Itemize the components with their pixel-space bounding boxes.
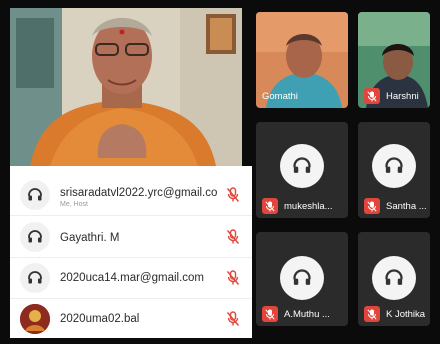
participant-profile-photo: [20, 304, 50, 334]
mic-muted-badge: [262, 198, 278, 214]
participant-name: Harshni: [386, 90, 419, 102]
participant-avatar: [372, 144, 416, 188]
tile-label: Gomathi: [262, 88, 298, 104]
headphones-icon: [385, 269, 403, 285]
participant-avatar: [20, 263, 50, 293]
participant-role: Me, Host: [60, 201, 89, 208]
participant-name: A.Muthu ...: [284, 308, 330, 320]
main-speaker-video[interactable]: [10, 8, 242, 166]
participant-avatar: [280, 256, 324, 300]
mic-muted-icon: [367, 308, 377, 320]
headphones-icon: [293, 157, 311, 173]
participant-tile-k-jothika[interactable]: K Jothika: [358, 232, 430, 326]
mic-muted-badge: [262, 306, 278, 322]
meeting-window: srisaradatvl2022.yrc@gmail.co Me, Host G…: [0, 0, 440, 344]
mic-muted-icon[interactable]: [226, 229, 240, 245]
participant-name: srisaradatvl2022.yrc@gmail.co: [60, 187, 218, 199]
mic-muted-icon: [265, 200, 275, 212]
participant-tile-harshni[interactable]: Harshni: [358, 12, 430, 108]
mic-muted-icon: [367, 200, 377, 212]
mic-muted-icon[interactable]: [226, 187, 240, 203]
tile-label: Harshni: [364, 88, 419, 104]
headphones-icon: [293, 269, 311, 285]
mic-muted-badge: [364, 306, 380, 322]
headphones-icon: [28, 271, 42, 284]
mic-muted-badge: [364, 198, 380, 214]
participant-avatar: [20, 222, 50, 252]
participant-list: srisaradatvl2022.yrc@gmail.co Me, Host G…: [10, 166, 252, 338]
profile-photo-icon: [20, 304, 50, 334]
list-item[interactable]: 2020uma02.bal: [10, 298, 252, 340]
participant-avatar: [372, 256, 416, 300]
tile-label: Santha ...: [364, 198, 427, 214]
mic-muted-icon[interactable]: [226, 270, 240, 286]
list-item[interactable]: Gayathri. M: [10, 216, 252, 258]
tile-label: mukeshla...: [262, 198, 333, 214]
participant-tile-a-muthu[interactable]: A.Muthu ...: [256, 232, 348, 326]
participant-name: 2020uma02.bal: [60, 313, 140, 325]
list-item[interactable]: srisaradatvl2022.yrc@gmail.co Me, Host: [10, 174, 252, 216]
mic-muted-icon[interactable]: [226, 311, 240, 327]
participant-name: mukeshla...: [284, 200, 333, 212]
participant-name: Gayathri. M: [60, 232, 120, 244]
headphones-icon: [385, 157, 403, 173]
participant-avatar: [280, 144, 324, 188]
participant-name: Santha ...: [386, 200, 427, 212]
speaker-video-frame: [10, 8, 242, 166]
participant-name: K Jothika: [386, 308, 426, 320]
headphones-icon: [28, 188, 42, 201]
participant-name: 2020uca14.mar@gmail.com: [60, 272, 204, 284]
participant-tile-mukeshla[interactable]: mukeshla...: [256, 122, 348, 218]
participant-name: Gomathi: [262, 90, 298, 102]
mic-muted-icon: [265, 308, 275, 320]
participant-tile-santha[interactable]: Santha ...: [358, 122, 430, 218]
mic-muted-icon: [367, 90, 377, 102]
headphones-icon: [28, 230, 42, 243]
participant-avatar: [20, 180, 50, 210]
mic-muted-badge: [364, 88, 380, 104]
participant-tile-gomathi[interactable]: Gomathi: [256, 12, 348, 108]
list-item[interactable]: 2020uca14.mar@gmail.com: [10, 257, 252, 299]
tile-label: A.Muthu ...: [262, 306, 330, 322]
tile-label: K Jothika: [364, 306, 425, 322]
